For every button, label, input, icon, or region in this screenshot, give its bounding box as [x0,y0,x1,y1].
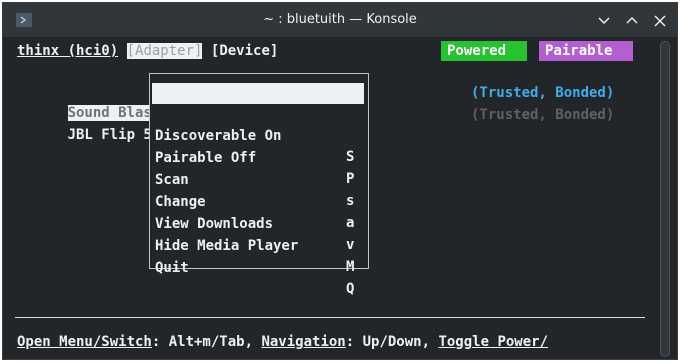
scrollbar[interactable] [660,41,670,357]
chevron-down-icon[interactable] [595,12,613,30]
device-status: (Trusted, Bonded) [471,107,615,123]
status-badge-pairable: Pairable [539,41,633,61]
menu-item-hide-media-player[interactable]: Hide Media Player M [152,215,364,275]
konsole-window: ~ : bluetuith — Konsole thinx (hci0) [Ad… [2,2,678,360]
menu-item-shortcut: Q [346,281,355,297]
close-icon[interactable] [651,12,669,30]
adapter-menu: Power Off o Discoverable On S Pairable O… [149,73,369,297]
help-toggle-power: Toggle Power/ [438,334,549,350]
menu-item-label: Quit [155,260,189,276]
chevron-up-icon[interactable] [623,12,641,30]
adapter-name[interactable]: thinx (hci0) [17,43,118,59]
menu-item-shortcut: M [346,259,355,275]
menu-item-power-off[interactable]: Power Off o [152,83,364,143]
window-title: ~ : bluetuith — Konsole [263,12,417,27]
tab-adapter[interactable]: [Adapter] [126,43,203,59]
menu-item-view-downloads[interactable]: View Downloads v [152,193,364,253]
menu-item-change[interactable]: Change a [152,171,364,231]
device-status: (Trusted, Bonded) [471,85,615,101]
title-bar[interactable]: ~ : bluetuith — Konsole [3,3,677,37]
menu-item-quit[interactable]: Quit Q [152,237,364,297]
tab-device[interactable]: [Device] [211,43,278,59]
terminal-area[interactable]: thinx (hci0) [Adapter] [Device] Powered … [3,37,677,359]
help-open-menu: Open Menu/Switch [17,334,152,350]
help-navigation: Navigation [261,334,346,350]
divider [15,317,645,318]
menu-item-scan[interactable]: Scan s [152,149,364,209]
menu-item-discoverable-on[interactable]: Discoverable On S [152,105,364,165]
status-badge-powered: Powered [441,41,527,61]
menu-item-pairable-off[interactable]: Pairable Off P [152,127,364,187]
help-open-menu-keys: : Alt+m/Tab, [151,334,262,350]
header-line: thinx (hci0) [Adapter] [Device] [17,42,278,60]
help-bar: Open Menu/Switch: Alt+m/Tab, Navigation:… [17,333,548,351]
help-navigation-keys: : Up/Down, [345,334,439,350]
